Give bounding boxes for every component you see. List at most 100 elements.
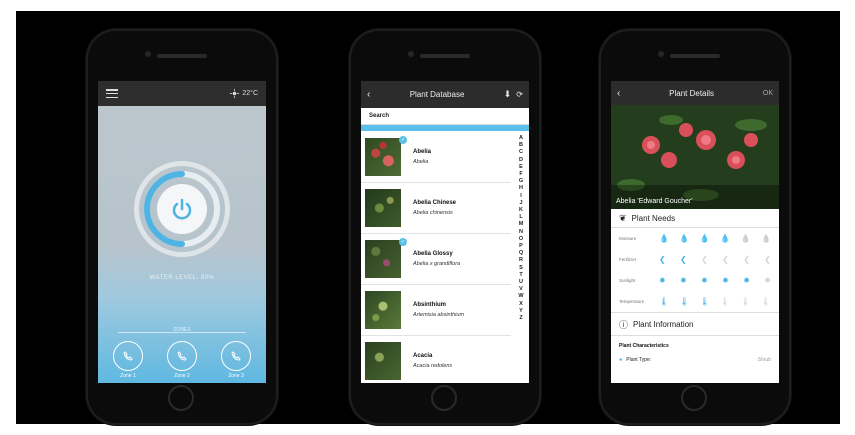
- need-label: Temperature: [619, 299, 645, 304]
- plant-latin-name: Acacia redolens: [413, 363, 453, 369]
- zone-buttons: Zone 1 Zone 2 Zone 3: [111, 341, 253, 379]
- alphabet-letter[interactable]: W: [518, 293, 523, 300]
- plant-need-row: Temperature 🌡 🌡 🌡 🌡 🌡 🌡: [611, 291, 779, 312]
- flower-photo: [611, 105, 779, 209]
- alphabet-letter[interactable]: Q: [519, 250, 523, 257]
- alphabet-letter[interactable]: O: [519, 236, 523, 243]
- alphabet-letter[interactable]: H: [519, 185, 523, 192]
- home-screen: 22°C WATER LEVEL: 50% ZONES Zone 1 Zone …: [98, 81, 266, 383]
- menu-icon[interactable]: [106, 89, 118, 98]
- phone-details: ‹ Plant Details OK Abelia 'Edward Gouche…: [599, 29, 791, 425]
- alphabet-letter[interactable]: F: [519, 171, 522, 178]
- download-icon[interactable]: ⬇: [504, 89, 512, 100]
- alphabet-letter[interactable]: N: [519, 229, 523, 236]
- plant-latin-name: Abelia x grandiflora: [413, 261, 461, 267]
- alphabet-letter[interactable]: J: [519, 200, 522, 207]
- leaf-icon: ❮: [659, 255, 666, 264]
- home-button[interactable]: [681, 385, 707, 411]
- leaf-icon: ❮: [764, 255, 771, 264]
- need-label: Fertilizer: [619, 257, 637, 262]
- section-title: Plant Needs: [631, 213, 676, 223]
- thermometer-icon: 🌡: [720, 297, 731, 306]
- plant-info-header: ⓘ Plant Information: [611, 312, 779, 336]
- leaf-icon: ❮: [701, 255, 708, 264]
- alphabet-letter[interactable]: I: [520, 193, 522, 200]
- ok-button[interactable]: OK: [763, 90, 773, 97]
- home-button[interactable]: [431, 385, 457, 411]
- selected-badge: ✓: [399, 136, 407, 144]
- phone-icon: [177, 351, 187, 361]
- list-item[interactable]: Abelia Chinese Abelia chinensis: [361, 183, 511, 234]
- zone-button-1[interactable]: Zone 1: [111, 341, 145, 379]
- plant-type-row: ♣ Plant Type: Shrub: [611, 349, 779, 363]
- alphabet-index[interactable]: ABCDEFGHIJKLMNOPQRSTUVWXYZ: [516, 135, 526, 322]
- plant-need-row: Fertilizer ❮ ❮ ❮ ❮ ❮ ❮: [611, 249, 779, 270]
- droplet-icon: 💧: [699, 234, 710, 243]
- plant-latin-name: Abelia chinensis: [413, 210, 453, 216]
- droplet-icon: 💧: [720, 234, 731, 243]
- need-label: Moisture: [619, 236, 637, 241]
- phone-icon: [231, 351, 241, 361]
- leaf-icon: ❦: [619, 212, 627, 223]
- leaf-icon: ❮: [680, 255, 687, 264]
- plant-thumbnail: [365, 138, 401, 176]
- camera: [408, 51, 414, 57]
- alphabet-letter[interactable]: V: [519, 286, 523, 293]
- refresh-icon[interactable]: ⟳: [516, 90, 523, 99]
- plant-name: Absinthium: [413, 302, 446, 308]
- alphabet-letter[interactable]: Y: [519, 308, 523, 315]
- plant-photo: Abelia 'Edward Goucher': [611, 105, 779, 209]
- list-item[interactable]: ✓ Abelia Glossy Abelia x grandiflora: [361, 234, 511, 285]
- alphabet-letter[interactable]: X: [519, 301, 523, 308]
- droplet-icon: 💧: [761, 234, 771, 243]
- zone-button-3[interactable]: Zone 3: [219, 341, 253, 379]
- plant-thumbnail: [365, 189, 401, 227]
- alphabet-letter[interactable]: L: [519, 214, 522, 221]
- plant-name: Acacia: [413, 353, 433, 359]
- photo-caption: Abelia 'Edward Goucher': [616, 198, 693, 205]
- camera: [658, 51, 664, 57]
- database-screen: ‹ Plant Database ⬇ ⟳ Search ✓ Abelia Abel…: [361, 81, 529, 383]
- zone-button-2[interactable]: Zone 2: [165, 341, 199, 379]
- alphabet-letter[interactable]: E: [519, 164, 523, 171]
- list-item[interactable]: Acacia Acacia redolens: [361, 336, 511, 383]
- temperature-readout: 22°C: [242, 90, 258, 97]
- water-level-label: WATER LEVEL: 50%: [149, 275, 215, 281]
- alphabet-letter[interactable]: S: [519, 265, 523, 272]
- plant-name: Abelia: [413, 149, 432, 155]
- alphabet-letter[interactable]: T: [519, 272, 522, 279]
- plant-name: Abelia Glossy: [413, 251, 453, 257]
- phone-database: ‹ Plant Database ⬇ ⟳ Search ✓ Abelia Abel…: [349, 29, 541, 425]
- alphabet-letter[interactable]: P: [519, 243, 523, 250]
- alphabet-letter[interactable]: G: [519, 178, 523, 185]
- plant-name: Abelia Chinese: [413, 200, 457, 206]
- power-button[interactable]: [157, 184, 207, 234]
- zone-label: Zone 2: [174, 373, 190, 379]
- alphabet-letter[interactable]: B: [519, 142, 523, 149]
- alphabet-letter[interactable]: R: [519, 257, 523, 264]
- droplet-icon: 💧: [659, 234, 669, 243]
- alphabet-letter[interactable]: K: [519, 207, 523, 214]
- leaf-icon: ❮: [743, 255, 750, 264]
- sun-icon: ✹: [680, 276, 687, 285]
- thermometer-icon: 🌡: [659, 297, 670, 306]
- alphabet-letter[interactable]: U: [519, 279, 523, 286]
- zone-label: Zone 1: [120, 373, 136, 379]
- page-title: Plant Database: [409, 90, 465, 99]
- alphabet-letter[interactable]: D: [519, 157, 523, 164]
- alphabet-letter[interactable]: M: [519, 221, 524, 228]
- home-button[interactable]: [168, 385, 194, 411]
- list-item[interactable]: Absinthium Artemisia absinthium: [361, 285, 511, 336]
- alphabet-letter[interactable]: A: [519, 135, 523, 142]
- alphabet-letter[interactable]: Z: [519, 315, 522, 322]
- camera: [145, 51, 151, 57]
- plant-thumbnail: [365, 240, 401, 278]
- speaker: [670, 54, 720, 58]
- plant-need-row: Sunlight ✹ ✹ ✹ ✹ ✹ ✹: [611, 270, 779, 291]
- speaker: [157, 54, 207, 58]
- droplet-icon: 💧: [679, 234, 690, 243]
- list-item[interactable]: ✓ Abelia Abelia: [361, 132, 511, 183]
- top-bar: 22°C: [98, 81, 266, 106]
- alphabet-letter[interactable]: C: [519, 149, 523, 156]
- search-input[interactable]: Search: [361, 108, 529, 125]
